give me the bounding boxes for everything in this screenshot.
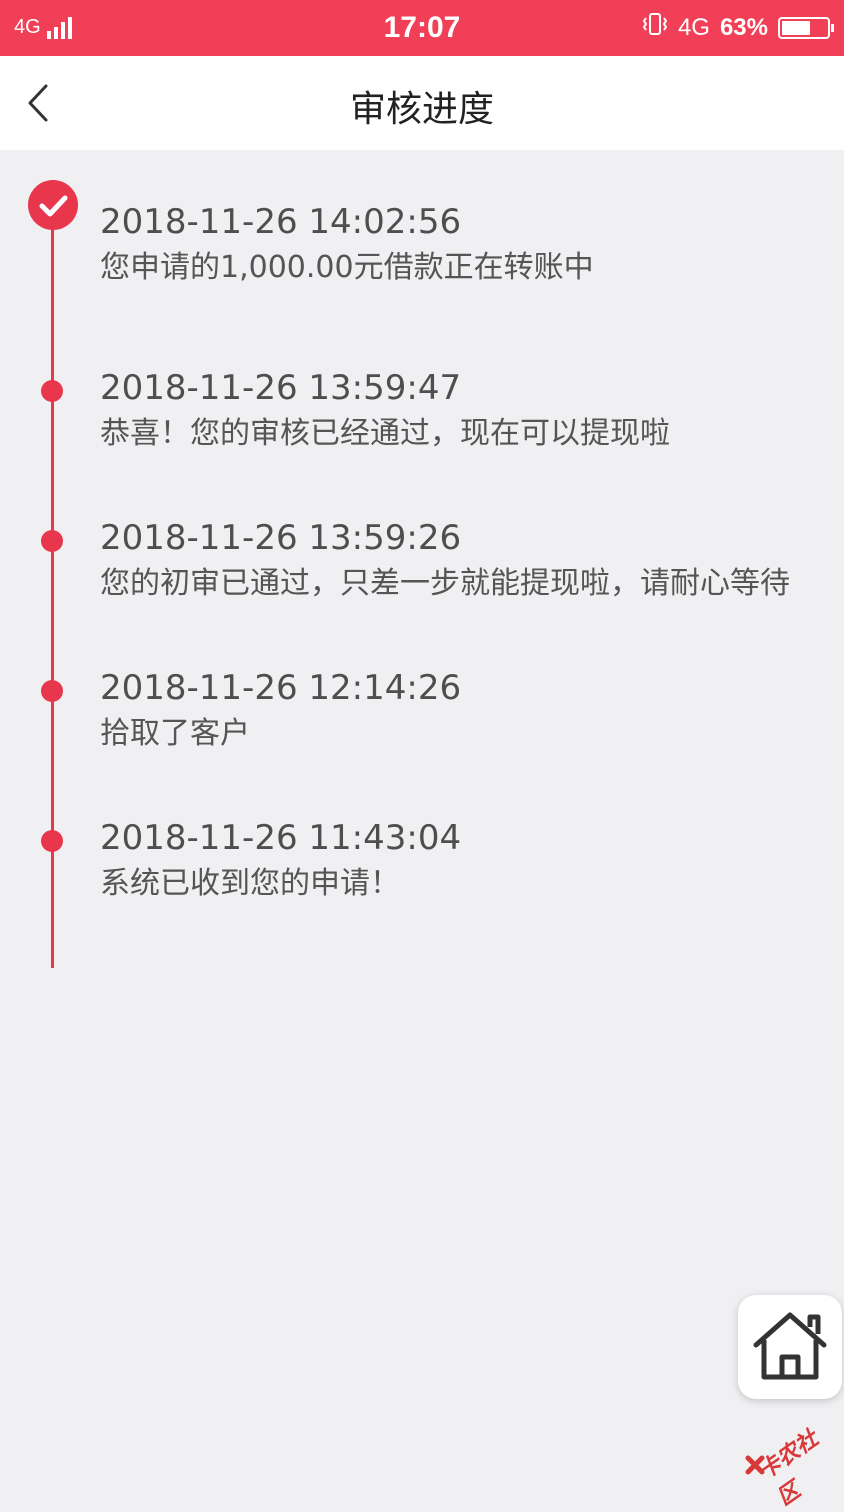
timeline-entry: 2018-11-26 13:59:47 恭喜！您的审核已经通过，现在可以提现啦: [100, 366, 830, 458]
nav-bar: 审核进度: [0, 56, 844, 150]
timeline-dot: [41, 530, 63, 552]
entry-time: 2018-11-26 13:59:26: [100, 518, 462, 558]
entry-message: 您申请的1,000.00元借款正在转账中: [100, 250, 594, 285]
entry-time: 2018-11-26 11:43:04: [100, 818, 462, 858]
timeline-dot: [41, 380, 63, 402]
timeline-dot: [41, 830, 63, 852]
timeline-entry: 2018-11-26 11:43:04 系统已收到您的申请！: [100, 816, 830, 908]
review-progress-timeline: 2018-11-26 14:02:56 您申请的1,000.00元借款正在转账中…: [0, 150, 844, 980]
network-type-right: 4G: [677, 13, 710, 41]
home-button[interactable]: [738, 1295, 842, 1399]
entry-message: 恭喜！您的审核已经通过，现在可以提现啦: [100, 416, 670, 451]
page-title: 审核进度: [349, 89, 494, 130]
entry-time: 2018-11-26 12:14:26: [100, 668, 462, 708]
entry-message: 您的初审已通过，只差一步就能提现啦，请耐心等待: [100, 566, 790, 601]
check-circle-icon: [28, 180, 78, 230]
status-right: 4G 63%: [642, 12, 834, 43]
vibrate-icon: [642, 12, 668, 43]
home-icon: [753, 1312, 827, 1380]
battery-icon: [778, 16, 834, 39]
status-bar: 4G 17:07 4G 63%: [0, 0, 844, 56]
entry-time: 2018-11-26 13:59:47: [100, 368, 462, 408]
timeline-entry: 2018-11-26 13:59:26 您的初审已通过，只差一步就能提现啦，请耐…: [100, 516, 830, 608]
timeline-entry: 2018-11-26 12:14:26 拾取了客户: [100, 666, 830, 758]
entry-time: 2018-11-26 14:02:56: [100, 202, 462, 242]
battery-percent: 63%: [719, 13, 768, 41]
timeline-entry: 2018-11-26 14:02:56 您申请的1,000.00元借款正在转账中: [100, 200, 830, 292]
entry-message: 拾取了客户: [100, 716, 250, 751]
timeline-dot: [41, 680, 63, 702]
entry-message: 系统已收到您的申请！: [100, 866, 400, 901]
